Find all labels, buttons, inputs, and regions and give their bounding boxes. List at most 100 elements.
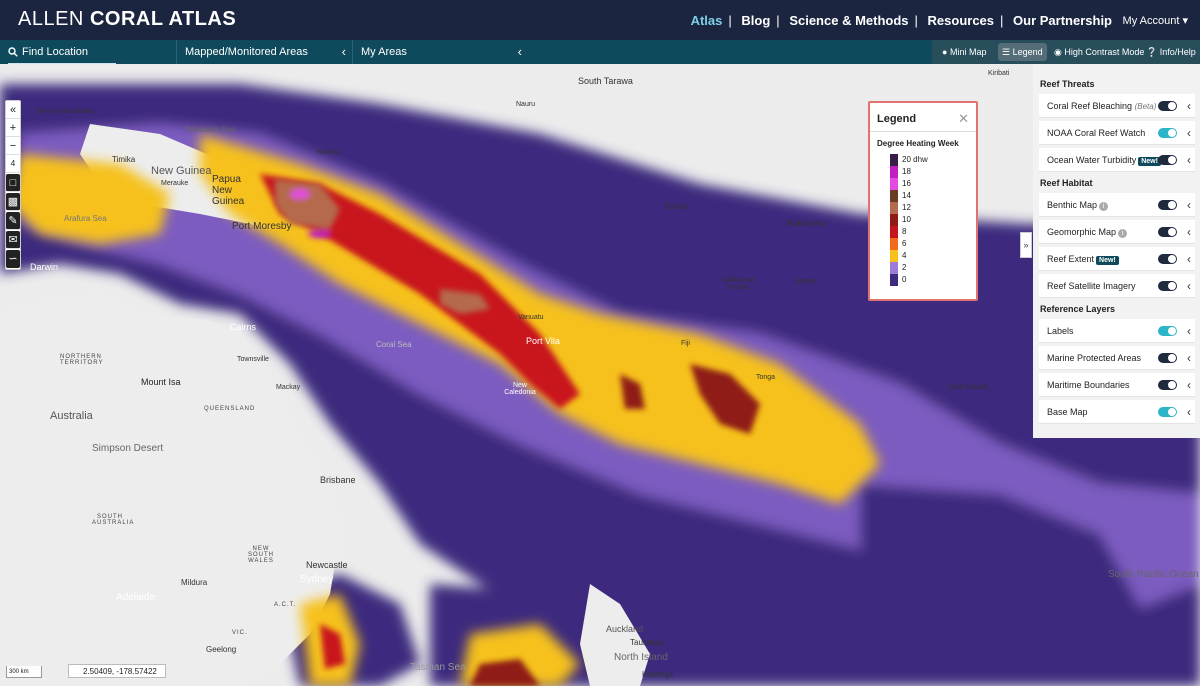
layer-row[interactable]: Reef Satellite Imagery ‹ [1039,274,1195,298]
map-label: Australia [50,410,93,422]
chevron-left-icon[interactable]: ‹ [1187,99,1191,113]
layer-toggle[interactable] [1158,353,1177,363]
high-contrast-button[interactable]: ◉ High Contrast Mode [1050,43,1148,61]
layer-toggle[interactable] [1158,155,1177,165]
brand-logo[interactable]: ALLEN CORAL ATLAS [18,8,236,31]
layer-name: Reef Satellite Imagery [1047,281,1136,291]
zoom-in-button[interactable]: + [6,119,20,137]
layer-toggle[interactable] [1158,200,1177,210]
draw-shape-icon[interactable]: □ [6,174,20,192]
layer-toggle[interactable] [1158,254,1177,264]
map-controls: « + − 4 □ ▩ ✎ ✉ ∽ [5,100,21,270]
account-menu[interactable]: My Account ▾ [1123,14,1188,27]
nav-separator: | [914,13,918,28]
chevron-left-icon[interactable]: ‹ [1187,324,1191,338]
mini-map-button[interactable]: ● Mini Map [938,43,990,61]
layer-row[interactable]: NOAA Coral Reef Watch ‹ [1039,121,1195,145]
legend-subtitle: Degree Heating Week [877,139,959,148]
info-icon[interactable]: i [1099,202,1109,211]
nav-separator: | [728,13,732,28]
layer-toggle[interactable] [1158,407,1177,417]
comment-icon[interactable]: ✉ [6,231,20,249]
layer-toggle[interactable] [1158,281,1177,291]
my-areas-tab[interactable]: My Areas ‹ [352,40,528,64]
chevron-left-icon[interactable]: ‹ [1187,378,1191,392]
legend-swatch [890,226,898,239]
panel-section-title: Reef Habitat [1040,178,1093,188]
ruler-icon[interactable]: ✎ [6,212,20,230]
layer-row[interactable]: Ocean Water Turbidity New! ‹ [1039,148,1195,172]
caret-down-icon: ▾ [1182,15,1188,27]
chevron-left-icon[interactable]: ‹ [1187,252,1191,266]
zoom-out-button[interactable]: − [6,137,20,155]
map-label: Vanuatu [518,314,544,321]
layer-toggle[interactable] [1158,326,1177,336]
info-icon[interactable]: i [1118,229,1128,238]
map-label: Wallis and Futuna [721,277,755,291]
layer-label: Benthic Map i [1047,200,1109,211]
layer-name: Ocean Water Turbidity [1047,155,1137,165]
layer-toggle[interactable] [1158,128,1177,138]
chevron-left-icon[interactable]: ‹ [1187,225,1191,239]
legend-button[interactable]: ☰ Legend [998,43,1047,61]
chevron-left-icon[interactable]: ‹ [518,40,522,64]
mapped-monitored-areas-tab[interactable]: Mapped/Monitored Areas ‹ [176,40,352,64]
layer-row[interactable]: Labels ‹ [1039,319,1195,343]
brand-light: ALLEN [18,8,84,30]
layer-name: NOAA Coral Reef Watch [1047,128,1146,138]
map-label: North Island [614,652,668,663]
map-label: Mildura [181,578,208,587]
legend-value: 18 [902,167,911,176]
expand-panel-button[interactable]: » [1020,232,1032,258]
chevron-left-icon[interactable]: ‹ [1187,405,1191,419]
legend-value: 10 [902,215,911,224]
panel-section-title: Reef Threats [1040,79,1095,89]
info-help-button[interactable]: ❔ Info/Help [1142,43,1200,61]
layer-row[interactable]: Base Map ‹ [1039,400,1195,424]
chevron-left-icon[interactable]: ‹ [1187,126,1191,140]
layer-name: Marine Protected Areas [1047,353,1142,363]
map-label: New Caledonia [504,382,536,396]
map-label: Port Vila [526,336,560,346]
layer-row[interactable]: Benthic Map i ‹ [1039,193,1195,217]
legend-swatch [890,190,898,203]
map-label: Samoa [794,278,817,285]
collapse-panel-button[interactable]: « [6,101,20,119]
layer-toggle[interactable] [1158,380,1177,390]
layer-toggle[interactable] [1158,101,1177,111]
map-label: New Guinea [151,165,212,177]
legend-popup: Legend ✕ Degree Heating Week 20 dhw 18 16 1… [868,101,978,301]
share-icon[interactable]: ∽ [6,250,20,268]
layer-label: Base Map [1047,407,1088,417]
close-icon[interactable]: ✕ [958,111,969,127]
nav-our-partnership[interactable]: Our Partnership [1013,13,1112,28]
layer-row[interactable]: Geomorphic Map i ‹ [1039,220,1195,244]
map-label: Nauru [516,101,536,108]
layer-row[interactable]: Marine Protected Areas ‹ [1039,346,1195,370]
layer-label: Coral Reef Bleaching (Beta) [1047,101,1156,111]
layer-label: Ocean Water Turbidity New! [1047,155,1161,166]
trash-icon[interactable]: ▩ [6,193,20,211]
layer-row[interactable]: Reef Extent New! ‹ [1039,247,1195,271]
list-icon: ☰ [1002,47,1011,57]
layer-toggle[interactable] [1158,227,1177,237]
chevron-left-icon[interactable]: ‹ [1187,279,1191,293]
layer-row[interactable]: Maritime Boundaries ‹ [1039,373,1195,397]
chevron-left-icon[interactable]: ‹ [342,40,346,64]
eye-icon: ◉ [1054,47,1062,57]
main-nav: Atlas | Blog | Science & Methods | Resource… [691,13,1112,28]
chevron-left-icon[interactable]: ‹ [1187,198,1191,212]
legend-swatch [890,178,898,191]
nav-blog[interactable]: Blog [741,13,770,28]
map-label: Kiribati [988,70,1010,77]
nav-science-methods[interactable]: Science & Methods [789,13,908,28]
map-label: Cook Islands [948,384,989,391]
nav-resources[interactable]: Resources [928,13,994,28]
chevron-left-icon[interactable]: ‹ [1187,351,1191,365]
map-canvas[interactable]: South Tarawa Kiribati Nauru Sorong Manok… [0,64,1200,686]
layer-row[interactable]: Coral Reef Bleaching (Beta) ‹ [1039,94,1195,118]
nav-atlas[interactable]: Atlas [691,13,723,28]
find-location-input[interactable]: Find Location [8,40,116,64]
chevron-left-icon[interactable]: ‹ [1187,153,1191,167]
layer-label: Maritime Boundaries [1047,380,1130,390]
